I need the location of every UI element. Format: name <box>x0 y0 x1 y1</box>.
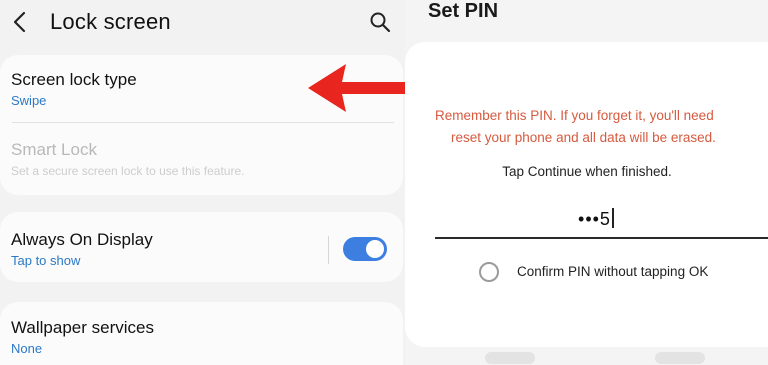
page-title: Lock screen <box>50 9 171 34</box>
lock-screen-panel: Lock screen Screen lock type Swipe Smart… <box>0 0 405 365</box>
always-on-display-toggle[interactable] <box>343 237 387 261</box>
confirm-pin-label: Confirm PIN without tapping OK <box>517 264 709 279</box>
set-pin-panel: Set PIN Remember this PIN. If you forget… <box>405 0 768 365</box>
set-pin-title: Set PIN <box>428 0 499 22</box>
pin-dots: •••5 <box>578 209 611 229</box>
wallpaper-services-title: Wallpaper services <box>11 318 154 337</box>
toggle-knob <box>366 240 384 258</box>
toggle-separator <box>328 236 329 264</box>
smart-lock-title: Smart Lock <box>11 140 97 159</box>
always-on-display-value: Tap to show <box>11 253 81 268</box>
confirm-pin-option[interactable]: Confirm PIN without tapping OK <box>479 262 768 284</box>
smart-lock-row: Smart Lock Set a secure screen lock to u… <box>0 123 403 195</box>
cancel-button-partial[interactable] <box>485 352 535 364</box>
always-on-display-row[interactable]: Always On Display Tap to show <box>0 212 403 282</box>
pin-hint: Tap Continue when finished. <box>502 164 672 179</box>
screen-lock-type-value: Swipe <box>11 93 47 108</box>
text-caret <box>611 208 614 228</box>
wallpaper-services-value: None <box>11 341 43 356</box>
pin-input[interactable]: •••5 <box>405 208 738 238</box>
pin-warning-line-1: Remember this PIN. If you forget it, you… <box>435 108 714 123</box>
red-arrow-annotation <box>308 64 405 112</box>
smart-lock-subtitle: Set a secure screen lock to use this fea… <box>11 164 245 178</box>
confirm-pin-radio[interactable] <box>479 262 499 282</box>
back-arrow-icon[interactable] <box>8 8 32 36</box>
pin-value: •••5 <box>405 208 768 230</box>
search-icon[interactable] <box>368 10 392 34</box>
wallpaper-settings-card: Wallpaper services None <box>0 302 403 365</box>
always-on-display-title: Always On Display <box>11 230 153 249</box>
display-settings-card: Always On Display Tap to show <box>0 212 403 282</box>
continue-button-partial[interactable] <box>655 352 705 364</box>
pin-card <box>405 42 768 347</box>
wallpaper-services-row[interactable]: Wallpaper services None <box>0 302 403 365</box>
pin-warning-line-2: reset your phone and all data will be er… <box>451 130 716 145</box>
header: Lock screen <box>0 0 405 48</box>
pin-underline <box>435 237 768 239</box>
screen-lock-type-title: Screen lock type <box>11 70 137 89</box>
